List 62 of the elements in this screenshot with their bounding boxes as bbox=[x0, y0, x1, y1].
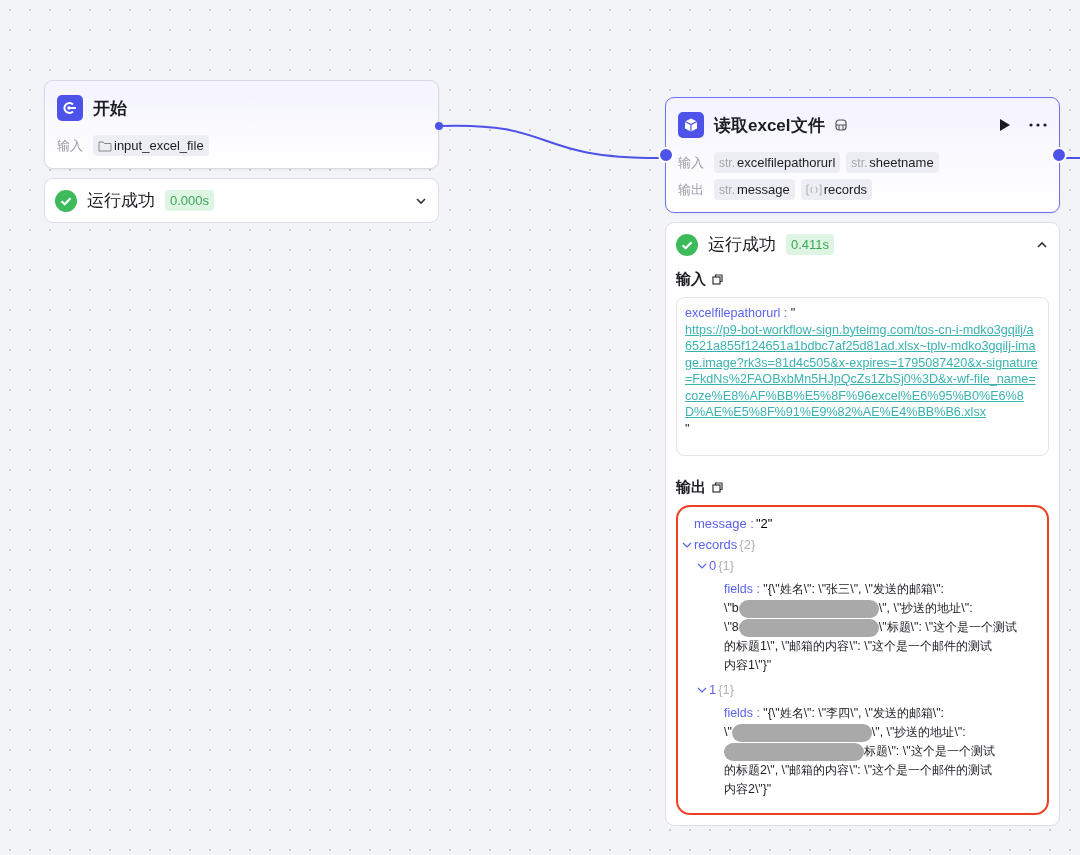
quote-mark: " bbox=[685, 421, 690, 436]
copy-icon[interactable] bbox=[712, 274, 723, 285]
tree-key: 1 bbox=[709, 679, 717, 700]
play-icon[interactable] bbox=[999, 118, 1011, 132]
copy-icon[interactable] bbox=[712, 482, 723, 493]
status-label: 运行成功 bbox=[87, 190, 155, 212]
tree-key: 0 bbox=[709, 555, 717, 576]
output-port-dot[interactable] bbox=[1051, 147, 1067, 163]
output-port-dot[interactable] bbox=[435, 122, 443, 130]
cube-icon bbox=[678, 112, 704, 138]
param-name: input_excel_file bbox=[114, 138, 204, 153]
quote-mark: " bbox=[790, 306, 796, 320]
workflow-node[interactable]: 开始 输入 input_excel_file bbox=[44, 80, 439, 169]
param-name: message bbox=[737, 182, 790, 197]
value-text: \", \"抄送的地址\": bbox=[871, 724, 966, 741]
more-icon[interactable] bbox=[1029, 123, 1047, 127]
port-label: 输入 bbox=[678, 153, 705, 172]
node-title: 开始 bbox=[93, 97, 127, 120]
success-check-icon bbox=[676, 233, 698, 256]
input-port-dot[interactable] bbox=[658, 147, 674, 163]
type-tag: str. bbox=[719, 182, 735, 197]
value-text: "{\"姓名\": \"李四\", \"发送的邮箱\": bbox=[763, 705, 945, 722]
status-label: 运行成功 bbox=[708, 234, 776, 256]
param-name: records bbox=[823, 182, 868, 197]
item-count: {1} bbox=[718, 557, 735, 575]
folder-icon bbox=[98, 139, 112, 152]
value-text: 内容2\"}" bbox=[724, 781, 772, 798]
value-text: \"8 bbox=[724, 619, 739, 636]
duration-badge: 0.411s bbox=[786, 234, 835, 255]
value-text: 内容1\"}" bbox=[724, 657, 772, 674]
value-text: "{\"姓名\": \"张三\", \"发送的邮箱\": bbox=[763, 581, 945, 598]
value-text: \", \"抄送的地址\": bbox=[878, 600, 973, 617]
section-title: 输出 bbox=[676, 478, 706, 497]
connector-line bbox=[1064, 156, 1080, 160]
section-title: 输入 bbox=[676, 270, 706, 289]
value-text: 的标题2\", \"邮箱的内容\": \"这个是一个邮件的测试 bbox=[724, 762, 993, 779]
type-tag: str. bbox=[851, 155, 868, 170]
tree-key: message : bbox=[694, 513, 754, 534]
workflow-node[interactable]: 读取excel文件 输入 str.excelfilepathorurl str.sheetname 输出 str.message records bbox=[665, 97, 1060, 213]
item-count: {1} bbox=[718, 681, 735, 699]
item-count: {2} bbox=[739, 536, 756, 554]
param-name: excelfilepathorurl bbox=[737, 155, 836, 170]
node-title: 读取excel文件 bbox=[714, 114, 825, 137]
plugin-badge-icon bbox=[834, 119, 847, 131]
type-tag: str. bbox=[719, 155, 735, 170]
value-text: 标题\": \"这个是一个测试 bbox=[864, 743, 995, 760]
success-check-icon bbox=[55, 189, 77, 212]
array-object-icon bbox=[805, 183, 822, 196]
tree-key: fields : bbox=[724, 580, 764, 599]
value-text: \"标题\": \"这个是一个测试 bbox=[878, 619, 1018, 636]
value-text: \" bbox=[724, 724, 732, 741]
tree-key: fields : bbox=[724, 704, 764, 723]
port-label: 输入 bbox=[57, 136, 84, 155]
duration-badge: 0.000s bbox=[165, 190, 215, 211]
tree-key: records bbox=[694, 534, 738, 555]
param-name: sheetname bbox=[869, 155, 934, 170]
value-text: \"b bbox=[724, 600, 739, 617]
value-text: "2" bbox=[756, 515, 773, 533]
input-key: excelfilepathorurl : bbox=[685, 306, 791, 320]
port-label: 输出 bbox=[678, 180, 705, 199]
start-node-icon bbox=[57, 95, 83, 121]
value-text: 的标题1\", \"邮箱的内容\": \"这个是一个邮件的测试 bbox=[724, 638, 993, 655]
